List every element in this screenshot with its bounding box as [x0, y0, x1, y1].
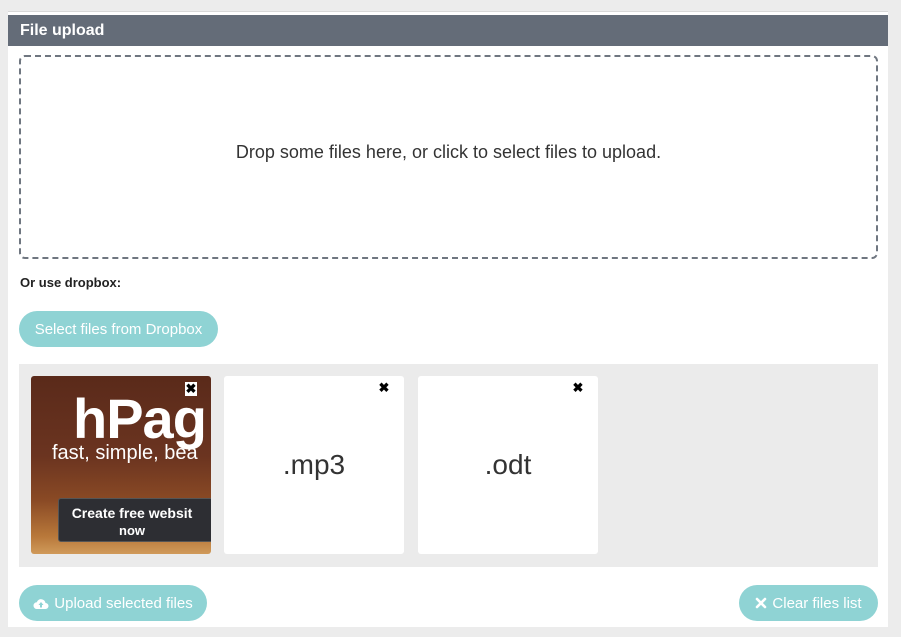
- clear-files-list-button[interactable]: Clear files list: [739, 585, 878, 621]
- thumbnail-cta: Create free websit now: [58, 498, 211, 542]
- dropbox-label: Or use dropbox:: [20, 275, 122, 290]
- select-dropbox-files-label: Select files from Dropbox: [34, 320, 203, 338]
- file-extension-label: .mp3: [282, 449, 346, 480]
- remove-file-button[interactable]: ✖: [185, 382, 197, 396]
- file-card-mp3: .mp3 ✖: [224, 376, 404, 554]
- thumbnail-tagline: fast, simple, bea: [52, 442, 198, 464]
- thumbnail-cta-line1: Create free websit: [71, 505, 193, 521]
- upload-selected-files-label: Upload selected files: [54, 594, 193, 612]
- thumbnail-cta-line2: now: [119, 523, 145, 538]
- panel-title: File upload: [8, 15, 888, 46]
- file-card-image: hPag fast, simple, bea Create free websi…: [31, 376, 211, 554]
- remove-file-button[interactable]: ✖: [378, 381, 390, 395]
- remove-file-button[interactable]: ✖: [572, 381, 584, 395]
- times-icon: [755, 597, 767, 609]
- clear-files-list-label: Clear files list: [772, 594, 862, 612]
- selected-files-area: hPag fast, simple, bea Create free websi…: [19, 364, 878, 567]
- cloud-upload-icon: [33, 597, 49, 610]
- file-card-odt: .odt ✖: [418, 376, 598, 554]
- dropzone-text: Drop some files here, or click to select…: [235, 141, 662, 162]
- file-extension-label: .odt: [484, 449, 532, 480]
- upload-selected-files-button[interactable]: Upload selected files: [19, 585, 207, 621]
- file-upload-panel: File upload Drop some files here, or cli…: [8, 11, 888, 627]
- select-dropbox-files-button[interactable]: Select files from Dropbox: [19, 311, 218, 347]
- file-dropzone[interactable]: Drop some files here, or click to select…: [19, 55, 878, 259]
